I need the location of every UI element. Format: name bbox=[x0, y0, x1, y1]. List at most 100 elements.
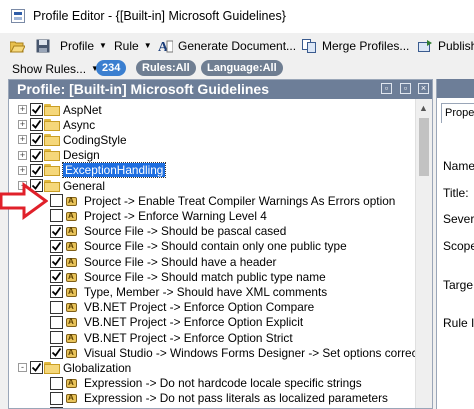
tree-rule-row[interactable]: Source File -> Should match public type … bbox=[50, 269, 326, 284]
folder-icon bbox=[44, 361, 60, 374]
checkbox[interactable] bbox=[30, 133, 43, 147]
pin-icon[interactable]: ▫ bbox=[400, 83, 411, 94]
field-name-label: Name bbox=[443, 159, 474, 173]
tree-item-label: AspNet bbox=[63, 102, 102, 117]
checkbox[interactable] bbox=[30, 361, 43, 375]
open-button[interactable] bbox=[9, 37, 30, 54]
chevron-down-icon: ▼ bbox=[143, 41, 152, 50]
tree-rule-row[interactable]: VB.NET Project -> Enforce Option Compare bbox=[50, 300, 314, 315]
restore-icon[interactable]: ▫ bbox=[381, 83, 392, 94]
scroll-up-icon[interactable]: ▲ bbox=[419, 103, 428, 113]
rules-filter-chip[interactable]: Rules:All bbox=[136, 60, 196, 76]
merge-profiles-label: Merge Profiles... bbox=[322, 38, 410, 53]
tree-item-label: Async bbox=[63, 117, 96, 132]
tree-item-label: VB.NET Project -> Enforce Option Compare bbox=[84, 300, 315, 315]
checkbox[interactable] bbox=[50, 194, 63, 208]
generate-document-button[interactable]: A Generate Document... bbox=[158, 37, 297, 55]
checkbox[interactable] bbox=[50, 255, 63, 268]
toolbar: Profile ▼ Rule ▼ A Generate Document... … bbox=[0, 33, 474, 57]
panel-title: Profile: [Built-in] Microsoft Guidelines bbox=[17, 81, 269, 97]
tree-rule-row[interactable]: Expression -> Do not pass literals as lo… bbox=[50, 391, 388, 406]
checkbox[interactable] bbox=[30, 103, 43, 116]
expand-icon[interactable]: + bbox=[18, 165, 27, 175]
tree-folder-row[interactable]: + ExceptionHandling bbox=[18, 162, 167, 179]
tree-item-label: Type, Member -> Should have XML comments bbox=[84, 284, 328, 299]
tree-rule-row[interactable]: Project -> Enable Treat Compiler Warning… bbox=[50, 193, 395, 208]
tree-item-label: General bbox=[63, 178, 105, 193]
profile-menu[interactable]: Profile ▼ bbox=[60, 37, 107, 54]
checkbox[interactable] bbox=[50, 285, 63, 299]
expand-icon[interactable]: + bbox=[18, 135, 27, 145]
document-a-icon: A bbox=[158, 39, 174, 55]
tree-rule-row[interactable]: Type, Member -> Should have XML comments bbox=[50, 284, 327, 299]
show-rules-dropdown[interactable]: Show Rules... ▼ bbox=[12, 60, 99, 77]
rule-icon bbox=[64, 391, 80, 405]
checkbox[interactable] bbox=[30, 163, 43, 177]
collapse-icon[interactable]: - bbox=[18, 363, 27, 373]
open-folder-icon bbox=[9, 39, 26, 53]
tab-properties[interactable]: Propert bbox=[441, 103, 474, 123]
generate-document-label: Generate Document... bbox=[178, 38, 297, 53]
title-bar: Profile Editor - {[Built-in] Microsoft G… bbox=[0, 0, 474, 34]
tree-item-label: Source File -> Should contain only one p… bbox=[84, 239, 347, 254]
tree-rule-row[interactable]: Source File -> Should have a header bbox=[50, 254, 276, 269]
expand-icon[interactable]: + bbox=[18, 150, 27, 160]
folder-icon bbox=[44, 149, 60, 162]
checkbox[interactable] bbox=[50, 300, 63, 314]
field-severity-label: Sever bbox=[443, 212, 474, 226]
tree-folder-row[interactable]: + CodingStyle bbox=[18, 132, 127, 147]
tree-item-label: VB.NET Project -> Enforce Option Explici… bbox=[84, 315, 304, 330]
save-icon bbox=[36, 39, 51, 53]
tree-folder-row[interactable]: + Design bbox=[18, 148, 100, 163]
tree-rule-row[interactable]: Source File -> Should contain only one p… bbox=[50, 239, 347, 254]
tree-rule-row[interactable]: Project -> Enforce Warning Level 4 bbox=[50, 208, 267, 223]
merge-profiles-button[interactable]: Merge Profiles... bbox=[302, 37, 409, 54]
rule-icon bbox=[64, 194, 80, 208]
tree-item-label: Globalization bbox=[63, 360, 132, 375]
checkbox[interactable] bbox=[50, 315, 63, 329]
checkbox[interactable] bbox=[50, 331, 63, 344]
tree-rule-row[interactable]: Expression -> Do not hardcode locale spe… bbox=[50, 376, 362, 391]
checkbox[interactable] bbox=[50, 346, 63, 360]
tab-properties-label: Propert bbox=[445, 107, 474, 119]
tree-item-label: Project -> Enable Treat Compiler Warning… bbox=[84, 193, 396, 208]
save-button[interactable] bbox=[36, 37, 56, 54]
tree-folder-row[interactable]: + Async bbox=[18, 117, 95, 132]
scrollbar-thumb[interactable] bbox=[419, 118, 429, 176]
tree-rule-row[interactable]: Visual Studio -> Windows Forms Designer … bbox=[50, 345, 429, 360]
checkbox[interactable] bbox=[50, 270, 63, 284]
checkbox[interactable] bbox=[50, 376, 63, 390]
close-icon[interactable]: × bbox=[418, 83, 429, 94]
tree-item-label: Source File -> Should have a header bbox=[84, 254, 277, 269]
folder-icon bbox=[44, 103, 60, 116]
tree-folder-row[interactable]: - Globalization bbox=[18, 360, 131, 375]
tree-item-label: Expression -> Do not pass literals as lo… bbox=[84, 391, 388, 406]
field-title-label: Title: bbox=[443, 186, 469, 200]
checkbox[interactable] bbox=[50, 224, 63, 238]
vertical-scrollbar[interactable]: ▲ bbox=[415, 99, 432, 408]
tree-rule-row[interactable]: Source File -> Should be pascal cased bbox=[50, 224, 286, 239]
language-filter-chip[interactable]: Language:All bbox=[201, 60, 283, 76]
profile-tree-panel: Profile: [Built-in] Microsoft Guidelines… bbox=[8, 79, 433, 409]
tree-item-label: CodingStyle bbox=[63, 132, 127, 147]
rule-icon bbox=[64, 331, 80, 345]
rule-menu-label: Rule bbox=[114, 38, 139, 53]
checkbox[interactable] bbox=[50, 239, 63, 253]
expand-icon[interactable]: + bbox=[18, 120, 27, 130]
tree-folder-row[interactable]: + AspNet bbox=[18, 102, 102, 117]
merge-icon bbox=[302, 38, 317, 53]
expand-icon[interactable]: + bbox=[18, 105, 27, 114]
rule-icon bbox=[64, 346, 80, 360]
folder-icon bbox=[44, 133, 60, 146]
properties-header bbox=[437, 79, 474, 98]
tree-rule-row[interactable]: VB.NET Project -> Enforce Option Explici… bbox=[50, 315, 303, 330]
checkbox[interactable] bbox=[50, 209, 63, 223]
publish-button[interactable]: Publish bbox=[418, 37, 474, 54]
tree-rule-row[interactable]: VB.NET Project -> Enforce Option Strict bbox=[50, 330, 293, 345]
field-rule-id-label: Rule I bbox=[443, 316, 474, 330]
checkbox[interactable] bbox=[30, 148, 43, 162]
checkbox[interactable] bbox=[30, 118, 43, 132]
rule-menu[interactable]: Rule ▼ bbox=[114, 37, 152, 54]
tree-item-label: ExceptionHandling bbox=[61, 162, 167, 179]
checkbox[interactable] bbox=[50, 391, 63, 405]
